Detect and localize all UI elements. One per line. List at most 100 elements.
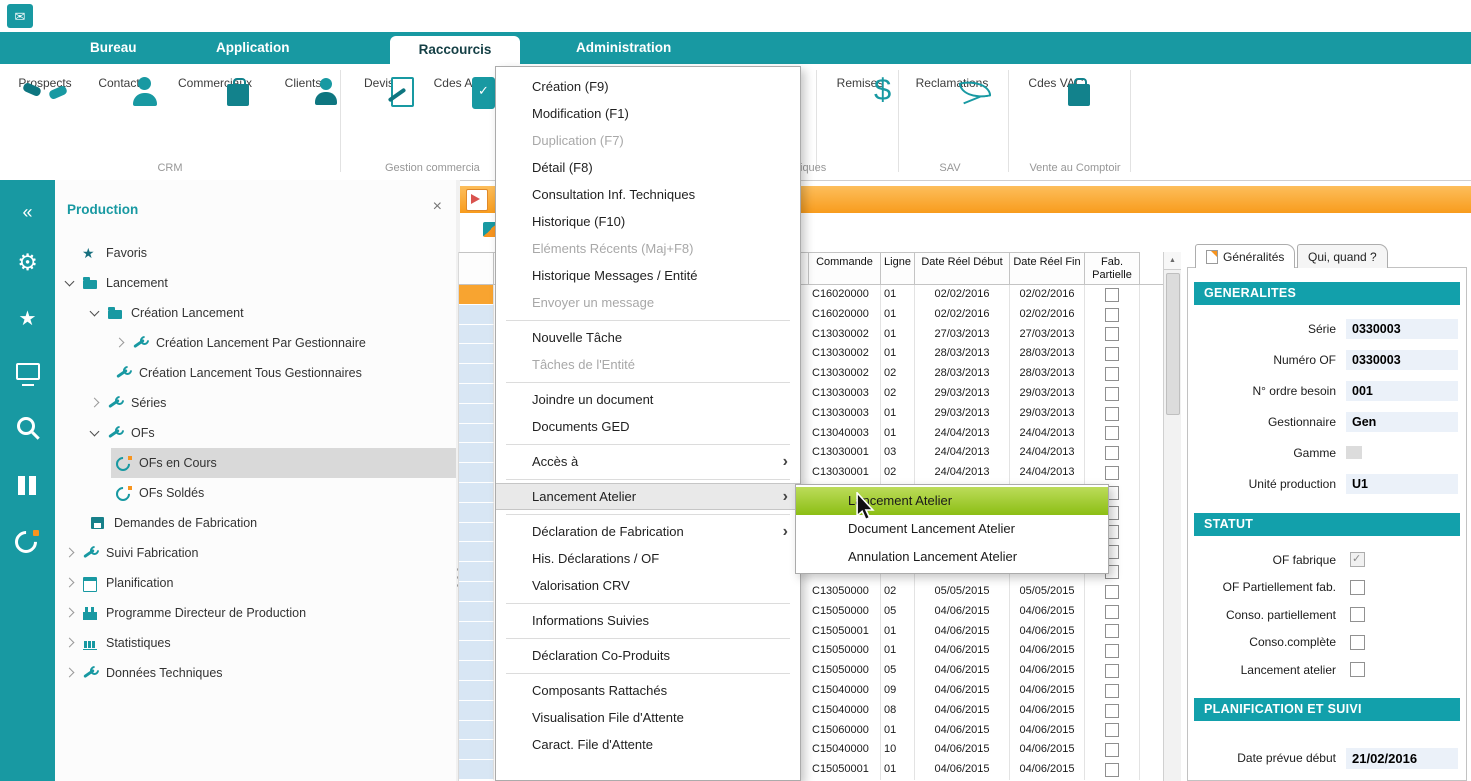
fab-partielle-checkbox[interactable] (1105, 308, 1119, 322)
status-checkbox[interactable] (1350, 552, 1365, 567)
fab-partielle-checkbox[interactable] (1105, 446, 1119, 460)
tree-item[interactable]: Création Lancement Par Gestionnaire (111, 328, 456, 358)
status-checkbox[interactable] (1350, 662, 1365, 677)
desktop-monitor-icon[interactable] (0, 354, 55, 394)
field-value[interactable]: 001 (1346, 381, 1458, 401)
context-menu-item[interactable] (506, 382, 790, 383)
context-menu-item[interactable] (506, 673, 790, 674)
tree-item[interactable]: Données Techniques (61, 658, 456, 688)
fab-partielle-checkbox[interactable] (1105, 387, 1119, 401)
fab-partielle-checkbox[interactable] (1105, 426, 1119, 440)
context-menu-item[interactable]: Création (F9) (496, 73, 800, 100)
tree-chevron-icon[interactable] (86, 395, 106, 411)
context-menu-item[interactable]: Envoyer un message (496, 289, 800, 316)
context-menu-item[interactable] (506, 603, 790, 604)
tree-item[interactable]: OFs Soldés (111, 478, 456, 508)
favorites-star-icon[interactable] (0, 298, 55, 338)
submenu-item[interactable]: Document Lancement Atelier (796, 515, 1108, 543)
tree-item[interactable]: Planification (61, 568, 456, 598)
fab-partielle-checkbox[interactable] (1105, 347, 1119, 361)
context-menu-item[interactable]: Accès à › (496, 448, 800, 475)
tab-generalites[interactable]: Généralités (1195, 244, 1295, 268)
menu-bureau[interactable]: Bureau (80, 32, 147, 64)
grid-header-date-debut[interactable]: Date Réel Début (915, 252, 1010, 285)
menu-administration[interactable]: Administration (566, 32, 681, 64)
ribbon-item-reclamations[interactable]: Reclamations (903, 72, 1001, 90)
tree-item[interactable]: Favoris (61, 238, 456, 268)
ribbon-item-remises[interactable]: Remises (824, 72, 896, 90)
fab-partielle-checkbox[interactable] (1105, 684, 1119, 698)
context-menu-item[interactable] (506, 514, 790, 515)
context-menu-item[interactable]: Eléments Récents (Maj+F8) (496, 235, 800, 262)
context-menu-item[interactable]: Modification (F1) (496, 100, 800, 127)
fab-partielle-checkbox[interactable] (1105, 624, 1119, 638)
context-menu-item[interactable]: Consultation Inf. Techniques (496, 181, 800, 208)
collapse-panel-button[interactable]: « (0, 192, 55, 232)
context-menu-item[interactable]: His. Déclarations / OF (496, 545, 800, 572)
field-value[interactable]: Gen (1346, 412, 1458, 432)
tree-chevron-icon[interactable] (61, 635, 81, 651)
fab-partielle-checkbox[interactable] (1105, 407, 1119, 421)
context-menu-item[interactable]: Duplication (F7) (496, 127, 800, 154)
fab-partielle-checkbox[interactable] (1105, 704, 1119, 718)
context-menu-item[interactable]: Composants Rattachés (496, 677, 800, 704)
context-menu-item[interactable]: Détail (F8) (496, 154, 800, 181)
fab-partielle-checkbox[interactable] (1105, 644, 1119, 658)
fab-partielle-checkbox[interactable] (1105, 723, 1119, 737)
columns-view-icon[interactable] (0, 466, 55, 506)
submenu-item[interactable]: Lancement Atelier (796, 487, 1108, 515)
context-menu-item[interactable]: Valorisation CRV (496, 572, 800, 599)
ribbon-item-cdes-acti[interactable]: Cdes Acti (420, 72, 498, 90)
fab-partielle-checkbox[interactable] (1105, 367, 1119, 381)
menu-raccourcis[interactable]: Raccourcis (390, 36, 520, 64)
fab-partielle-checkbox[interactable] (1105, 288, 1119, 302)
context-menu-item[interactable]: Lancement Atelier › (496, 483, 800, 510)
scrollbar-thumb[interactable] (1166, 273, 1180, 415)
tree-item[interactable]: Lancement (61, 268, 456, 298)
context-menu-item[interactable] (506, 444, 790, 445)
context-menu-item[interactable]: Visualisation File d'Attente (496, 704, 800, 731)
status-checkbox[interactable] (1350, 607, 1365, 622)
fab-partielle-checkbox[interactable] (1105, 763, 1119, 777)
tab-qui-quand[interactable]: Qui, quand ? (1297, 244, 1388, 268)
menu-application[interactable]: Application (206, 32, 300, 64)
context-menu-item[interactable]: Historique (F10) (496, 208, 800, 235)
fab-partielle-checkbox[interactable] (1105, 605, 1119, 619)
tree-chevron-icon[interactable] (61, 275, 81, 291)
field-value[interactable]: 21/02/2016 (1346, 748, 1458, 769)
fab-partielle-checkbox[interactable] (1105, 466, 1119, 480)
tree-chevron-icon[interactable] (61, 605, 81, 621)
context-menu-item[interactable]: Tâches de l'Entité (496, 351, 800, 378)
context-menu-item[interactable]: Déclaration Co-Produits (496, 642, 800, 669)
ribbon-item-cdes-vac[interactable]: Cdes VAC (1013, 72, 1099, 90)
ribbon-item-contacts[interactable]: Contacts (86, 72, 158, 90)
submenu-item[interactable]: Annulation Lancement Atelier (796, 543, 1108, 571)
ribbon-item-clients[interactable]: Clients (272, 72, 334, 90)
ribbon-item-devis[interactable]: Devis (346, 72, 412, 90)
settings-gear-icon[interactable] (0, 242, 55, 282)
tree-chevron-icon[interactable] (61, 545, 81, 561)
context-menu-item[interactable]: Documents GED (496, 413, 800, 440)
app-logo-icon[interactable] (7, 4, 33, 28)
tree-chevron-icon[interactable] (61, 575, 81, 591)
tree-item[interactable]: Séries (86, 388, 456, 418)
fab-partielle-checkbox[interactable] (1105, 327, 1119, 341)
tree-chevron-icon[interactable] (86, 425, 106, 441)
tree-item[interactable]: Programme Directeur de Production (61, 598, 456, 628)
tree-item[interactable]: Suivi Fabrication (61, 538, 456, 568)
context-menu-item[interactable]: Joindre un document (496, 386, 800, 413)
fab-partielle-checkbox[interactable] (1105, 585, 1119, 599)
context-menu-item[interactable]: Informations Suivies (496, 607, 800, 634)
tree-item[interactable]: OFs (86, 418, 456, 448)
tree-chevron-icon[interactable] (111, 335, 131, 351)
tree-item[interactable]: Création Lancement (86, 298, 456, 328)
scroll-up-button[interactable]: ▲ (1164, 252, 1181, 270)
context-menu-item[interactable]: Caract. File d'Attente (496, 731, 800, 758)
tree-item[interactable]: Demandes de Fabrication (86, 508, 456, 538)
ribbon-item-commerciaux[interactable]: Commerciaux (166, 72, 264, 90)
context-menu-item[interactable]: Historique Messages / Entité (496, 262, 800, 289)
context-menu-item[interactable]: Nouvelle Tâche (496, 324, 800, 351)
field-value[interactable]: 0330003 (1346, 350, 1458, 370)
status-checkbox[interactable] (1350, 580, 1365, 595)
search-icon[interactable] (0, 410, 55, 450)
